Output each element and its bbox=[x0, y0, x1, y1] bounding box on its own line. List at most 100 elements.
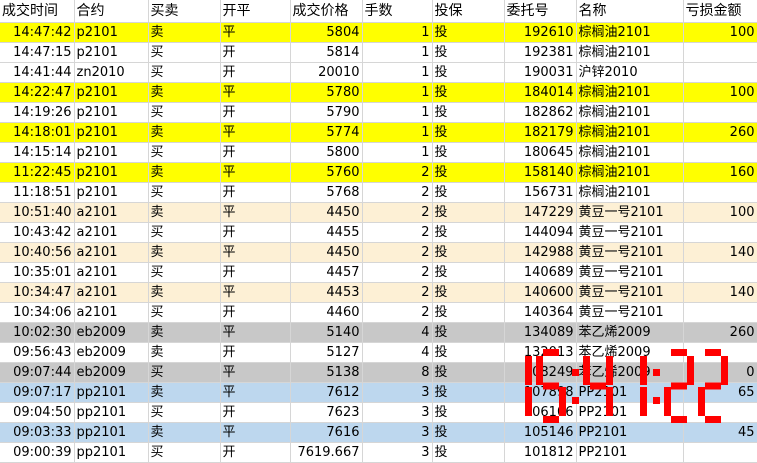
cell-contract[interactable]: p2101 bbox=[74, 82, 149, 103]
cell-contract[interactable]: pp2101 bbox=[74, 422, 149, 443]
cell-open-close[interactable]: 开 bbox=[220, 442, 291, 463]
header-trade-price[interactable]: 成交价格 bbox=[290, 0, 363, 23]
cell-quantity[interactable]: 2 bbox=[362, 282, 433, 303]
cell-trade-price[interactable]: 4450 bbox=[290, 242, 363, 263]
table-row[interactable]: 14:15:14 p2101 买开 5800 1 投 180645 棕榈油2101 bbox=[0, 142, 757, 163]
table-row[interactable]: 14:41:44 zn2010 买开 20010 1 投 190031 沪锌2010 bbox=[0, 62, 757, 83]
cell-quantity[interactable]: 1 bbox=[362, 62, 433, 83]
cell-quantity[interactable]: 1 bbox=[362, 102, 433, 123]
cell-hedge[interactable]: 投 bbox=[432, 322, 505, 343]
cell-loss-amount[interactable] bbox=[683, 102, 757, 123]
cell-buy-sell[interactable]: 买 bbox=[148, 402, 221, 423]
table-row[interactable]: 14:47:15 p2101 买开 5814 1 投 192381 棕榈油2101 bbox=[0, 42, 757, 63]
cell-open-close[interactable]: 平 bbox=[220, 22, 291, 43]
cell-name[interactable]: 苯乙烯2009 bbox=[576, 342, 684, 363]
cell-open-close[interactable]: 平 bbox=[220, 82, 291, 103]
cell-quantity[interactable]: 2 bbox=[362, 262, 433, 283]
header-contract[interactable]: 合约 bbox=[74, 0, 149, 23]
cell-hedge[interactable]: 投 bbox=[432, 62, 505, 83]
cell-trade-price[interactable]: 4453 bbox=[290, 282, 363, 303]
cell-contract[interactable]: pp2101 bbox=[74, 442, 149, 463]
table-row[interactable]: 14:22:47 p2101 卖平 5780 1 投 184014 棕榈油2101 100 bbox=[0, 82, 757, 103]
cell-quantity[interactable]: 3 bbox=[362, 442, 433, 463]
cell-order-id[interactable]: 142988 bbox=[504, 242, 577, 263]
cell-trade-time[interactable]: 11:18:51 bbox=[0, 182, 75, 203]
cell-quantity[interactable]: 2 bbox=[362, 302, 433, 323]
cell-trade-time[interactable]: 14:47:42 bbox=[0, 22, 75, 43]
cell-hedge[interactable]: 投 bbox=[432, 302, 505, 323]
cell-contract[interactable]: p2101 bbox=[74, 102, 149, 123]
cell-trade-price[interactable]: 5800 bbox=[290, 142, 363, 163]
cell-contract[interactable]: zn2010 bbox=[74, 62, 149, 83]
cell-loss-amount[interactable] bbox=[683, 302, 757, 323]
cell-hedge[interactable]: 投 bbox=[432, 222, 505, 243]
cell-buy-sell[interactable]: 卖 bbox=[148, 342, 221, 363]
table-row[interactable]: 09:00:39 pp2101 买开 7619.667 3 投 101812 PP2101 bbox=[0, 442, 757, 463]
cell-name[interactable]: PP2101 bbox=[576, 382, 684, 403]
cell-name[interactable]: 棕榈油2101 bbox=[576, 22, 684, 43]
cell-hedge[interactable]: 投 bbox=[432, 422, 505, 443]
cell-contract[interactable]: pp2101 bbox=[74, 402, 149, 423]
header-hedge[interactable]: 投保 bbox=[432, 0, 505, 23]
cell-name[interactable]: 黄豆一号2101 bbox=[576, 262, 684, 283]
cell-trade-time[interactable]: 14:19:26 bbox=[0, 102, 75, 123]
table-row[interactable]: 10:34:47 a2101 卖平 4453 2 投 140600 黄豆一号2101 140 bbox=[0, 282, 757, 303]
cell-trade-time[interactable]: 09:00:39 bbox=[0, 442, 75, 463]
cell-name[interactable]: 沪锌2010 bbox=[576, 62, 684, 83]
cell-order-id[interactable]: 192381 bbox=[504, 42, 577, 63]
cell-order-id[interactable]: 108249 bbox=[504, 362, 577, 383]
cell-loss-amount[interactable] bbox=[683, 42, 757, 63]
cell-trade-price[interactable]: 4450 bbox=[290, 202, 363, 223]
cell-trade-price[interactable]: 5760 bbox=[290, 162, 363, 183]
cell-loss-amount[interactable] bbox=[683, 62, 757, 83]
cell-trade-price[interactable]: 5804 bbox=[290, 22, 363, 43]
cell-order-id[interactable]: 132013 bbox=[504, 342, 577, 363]
cell-buy-sell[interactable]: 买 bbox=[148, 442, 221, 463]
cell-order-id[interactable]: 134089 bbox=[504, 322, 577, 343]
cell-name[interactable]: 棕榈油2101 bbox=[576, 182, 684, 203]
cell-buy-sell[interactable]: 买 bbox=[148, 362, 221, 383]
cell-open-close[interactable]: 平 bbox=[220, 122, 291, 143]
cell-trade-price[interactable]: 5814 bbox=[290, 42, 363, 63]
cell-order-id[interactable]: 192610 bbox=[504, 22, 577, 43]
table-row[interactable]: 11:22:45 p2101 卖平 5760 2 投 158140 棕榈油2101 160 bbox=[0, 162, 757, 183]
cell-trade-price[interactable]: 20010 bbox=[290, 62, 363, 83]
cell-hedge[interactable]: 投 bbox=[432, 102, 505, 123]
cell-trade-price[interactable]: 5790 bbox=[290, 102, 363, 123]
cell-order-id[interactable]: 147229 bbox=[504, 202, 577, 223]
cell-contract[interactable]: a2101 bbox=[74, 302, 149, 323]
cell-contract[interactable]: eb2009 bbox=[74, 322, 149, 343]
cell-buy-sell[interactable]: 卖 bbox=[148, 242, 221, 263]
cell-loss-amount[interactable]: 140 bbox=[683, 242, 757, 263]
cell-order-id[interactable]: 107898 bbox=[504, 382, 577, 403]
cell-trade-time[interactable]: 14:15:14 bbox=[0, 142, 75, 163]
cell-open-close[interactable]: 平 bbox=[220, 322, 291, 343]
cell-name[interactable]: 棕榈油2101 bbox=[576, 122, 684, 143]
cell-buy-sell[interactable]: 买 bbox=[148, 262, 221, 283]
header-trade-time[interactable]: 成交时间 bbox=[0, 0, 75, 23]
cell-trade-price[interactable]: 5768 bbox=[290, 182, 363, 203]
cell-quantity[interactable]: 8 bbox=[362, 362, 433, 383]
cell-quantity[interactable]: 1 bbox=[362, 22, 433, 43]
cell-hedge[interactable]: 投 bbox=[432, 362, 505, 383]
cell-buy-sell[interactable]: 卖 bbox=[148, 82, 221, 103]
cell-open-close[interactable]: 平 bbox=[220, 422, 291, 443]
cell-name[interactable]: 棕榈油2101 bbox=[576, 162, 684, 183]
table-row[interactable]: 09:03:33 pp2101 卖平 7616 3 投 105146 PP2101 45 bbox=[0, 422, 757, 443]
cell-order-id[interactable]: 140364 bbox=[504, 302, 577, 323]
cell-buy-sell[interactable]: 买 bbox=[148, 222, 221, 243]
cell-open-close[interactable]: 开 bbox=[220, 222, 291, 243]
cell-hedge[interactable]: 投 bbox=[432, 342, 505, 363]
cell-trade-time[interactable]: 09:56:43 bbox=[0, 342, 75, 363]
cell-order-id[interactable]: 101812 bbox=[504, 442, 577, 463]
cell-trade-time[interactable]: 09:04:50 bbox=[0, 402, 75, 423]
cell-buy-sell[interactable]: 买 bbox=[148, 62, 221, 83]
table-row[interactable]: 09:07:44 eb2009 买平 5138 8 投 108249 苯乙烯2009 0 bbox=[0, 362, 757, 383]
cell-trade-time[interactable]: 10:34:47 bbox=[0, 282, 75, 303]
cell-name[interactable]: PP2101 bbox=[576, 442, 684, 463]
cell-open-close[interactable]: 开 bbox=[220, 262, 291, 283]
cell-order-id[interactable]: 180645 bbox=[504, 142, 577, 163]
cell-loss-amount[interactable] bbox=[683, 222, 757, 243]
cell-contract[interactable]: eb2009 bbox=[74, 342, 149, 363]
cell-open-close[interactable]: 开 bbox=[220, 342, 291, 363]
